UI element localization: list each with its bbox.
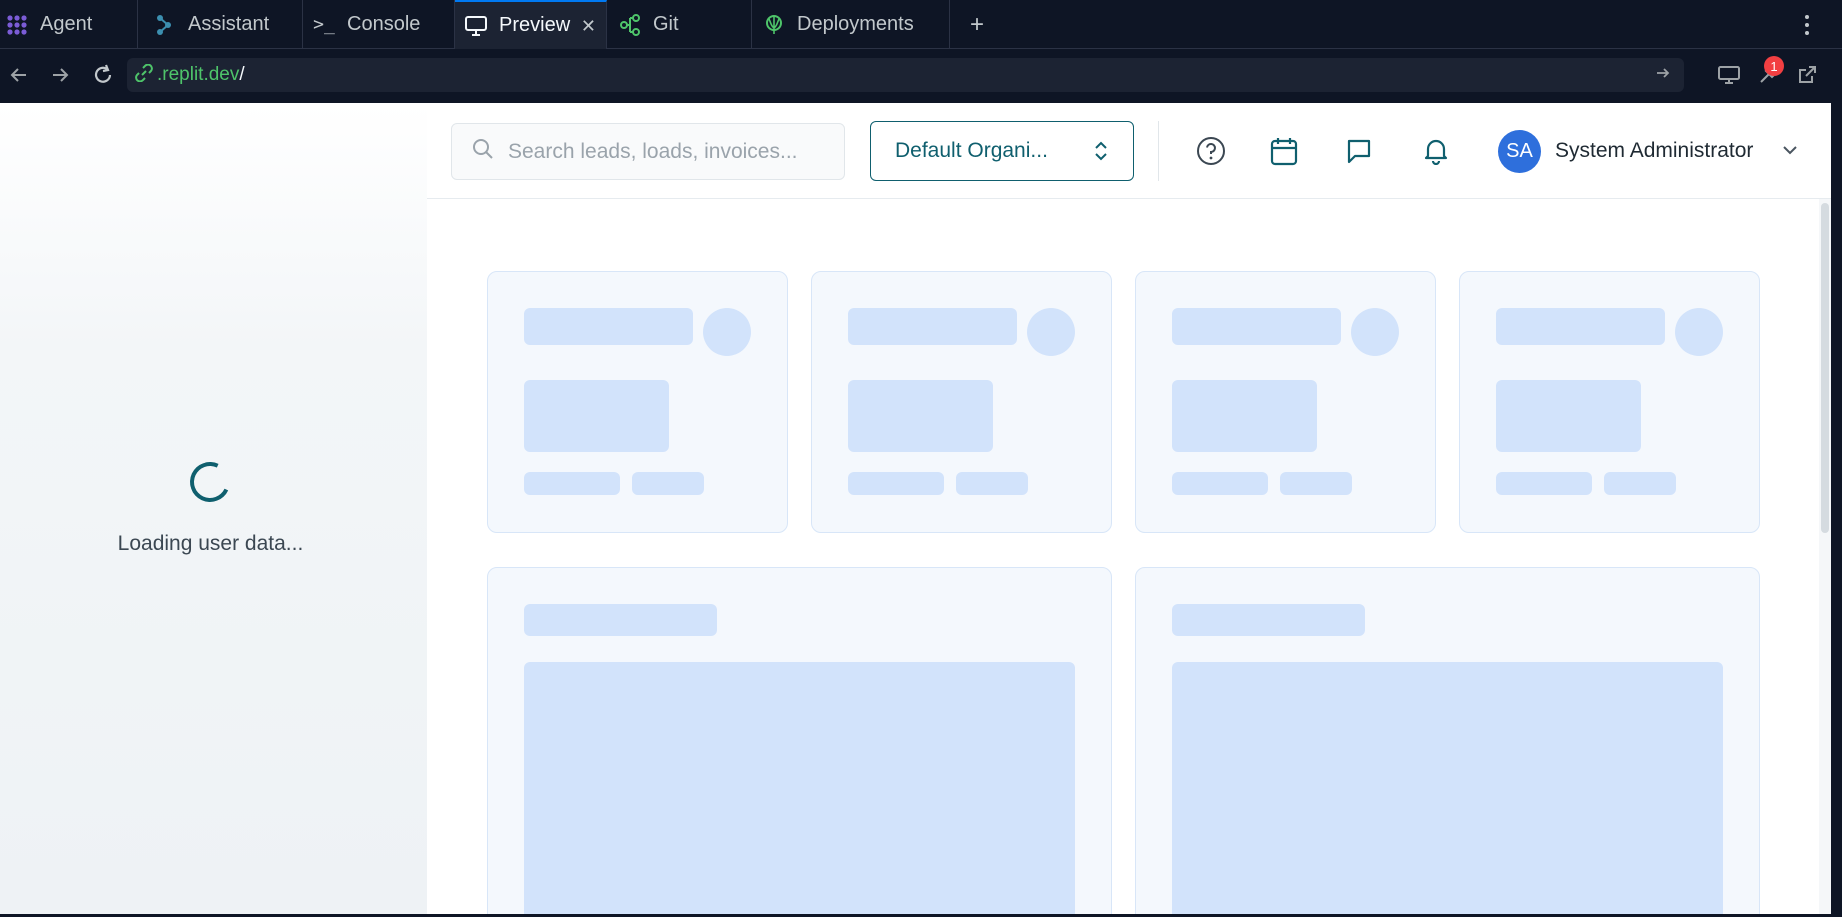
loading-text: Loading user data... bbox=[117, 532, 304, 555]
organization-selector[interactable]: Default Organi... bbox=[870, 121, 1134, 181]
skeleton-pill bbox=[524, 472, 620, 495]
tab-preview[interactable]: Preview ✕ bbox=[455, 0, 607, 49]
tab-label: Agent bbox=[40, 13, 93, 35]
skeleton-chart-panel bbox=[487, 567, 1112, 914]
tab-assistant[interactable]: Assistant bbox=[138, 0, 303, 49]
skeleton-circle bbox=[1675, 308, 1723, 356]
skeleton-circle bbox=[1027, 308, 1075, 356]
scrollbar-thumb[interactable] bbox=[1821, 203, 1829, 533]
preview-address-bar: .replit.dev / bbox=[0, 49, 1842, 103]
skeleton-stat-card bbox=[487, 271, 788, 533]
tab-label: Console bbox=[347, 13, 421, 35]
skeleton-line bbox=[524, 308, 693, 345]
skeleton-block bbox=[848, 380, 993, 452]
user-name[interactable]: System Administrator bbox=[1555, 139, 1753, 163]
devices-icon[interactable] bbox=[1715, 61, 1743, 89]
skeleton-line bbox=[524, 604, 717, 636]
tab-label: Assistant bbox=[188, 13, 270, 35]
chevron-down-icon[interactable] bbox=[1781, 141, 1799, 164]
skeleton-pill bbox=[848, 472, 944, 495]
skeleton-pill bbox=[1604, 472, 1676, 495]
avatar[interactable]: SA bbox=[1498, 130, 1541, 173]
sidebar-loading-panel: Loading user data... bbox=[0, 103, 427, 914]
skeleton-stat-card bbox=[1459, 271, 1760, 533]
skeleton-circle bbox=[703, 308, 751, 356]
skeleton-line bbox=[1496, 308, 1665, 345]
more-vertical-icon[interactable] bbox=[1795, 10, 1819, 40]
tab-label: Preview bbox=[499, 14, 571, 36]
global-search[interactable] bbox=[451, 123, 845, 180]
notification-count-badge: 1 bbox=[1764, 56, 1784, 76]
back-arrow-icon[interactable] bbox=[5, 61, 33, 89]
open-external-icon[interactable] bbox=[1793, 61, 1821, 89]
skeleton-pill bbox=[1496, 472, 1592, 495]
agent-icon bbox=[4, 12, 30, 38]
preview-viewport: Loading user data... Default Organi... bbox=[0, 103, 1831, 914]
chevrons-up-down-icon bbox=[1093, 140, 1109, 168]
add-tab-button[interactable]: + bbox=[962, 10, 992, 40]
skeleton-block bbox=[524, 380, 669, 452]
url-field[interactable]: .replit.dev / bbox=[127, 58, 1684, 92]
url-host: .replit.dev bbox=[157, 64, 240, 85]
forward-arrow-icon[interactable] bbox=[46, 61, 74, 89]
monitor-icon bbox=[463, 13, 489, 39]
ide-tab-bar: Agent Assistant >_ Console Preview ✕ Git… bbox=[0, 0, 1842, 49]
console-icon: >_ bbox=[313, 14, 335, 35]
tab-git[interactable]: Git bbox=[607, 0, 752, 49]
search-input[interactable] bbox=[508, 139, 828, 164]
skeleton-stat-card bbox=[1135, 271, 1436, 533]
skeleton-block bbox=[1496, 380, 1641, 452]
message-icon[interactable] bbox=[1343, 135, 1375, 167]
git-branch-icon bbox=[617, 12, 643, 38]
tab-console[interactable]: >_ Console bbox=[303, 0, 455, 49]
header-divider bbox=[1158, 121, 1159, 181]
bell-icon[interactable] bbox=[1420, 135, 1452, 167]
skeleton-chart-panel bbox=[1135, 567, 1760, 914]
calendar-icon[interactable] bbox=[1268, 135, 1300, 167]
tab-label: Deployments bbox=[797, 13, 914, 35]
deployments-icon bbox=[761, 12, 787, 38]
go-arrow-icon[interactable] bbox=[1654, 64, 1672, 87]
skeleton-block bbox=[524, 662, 1075, 914]
tab-deployments[interactable]: Deployments bbox=[752, 0, 950, 49]
skeleton-pill bbox=[1280, 472, 1352, 495]
tab-agent[interactable]: Agent bbox=[0, 0, 138, 49]
url-path: / bbox=[239, 64, 245, 85]
skeleton-line bbox=[1172, 604, 1365, 636]
organization-name: Default Organi... bbox=[895, 139, 1048, 162]
skeleton-pill bbox=[956, 472, 1028, 495]
skeleton-block bbox=[1172, 380, 1317, 452]
skeleton-block bbox=[1172, 662, 1723, 914]
tab-label: Git bbox=[653, 13, 679, 35]
link-icon bbox=[135, 63, 153, 87]
skeleton-circle bbox=[1351, 308, 1399, 356]
skeleton-line bbox=[848, 308, 1017, 345]
help-icon[interactable] bbox=[1195, 135, 1227, 167]
skeleton-line bbox=[1172, 308, 1341, 345]
close-icon[interactable]: ✕ bbox=[581, 16, 596, 37]
loading-spinner-icon bbox=[184, 456, 236, 508]
skeleton-stat-card bbox=[811, 271, 1112, 533]
search-icon bbox=[472, 138, 494, 165]
skeleton-pill bbox=[1172, 472, 1268, 495]
app-header: Default Organi... SA System Administrato… bbox=[427, 103, 1831, 199]
ide-frame-edge bbox=[1831, 103, 1842, 917]
assistant-icon bbox=[152, 12, 178, 38]
reload-icon[interactable] bbox=[89, 61, 117, 89]
skeleton-pill bbox=[632, 472, 704, 495]
